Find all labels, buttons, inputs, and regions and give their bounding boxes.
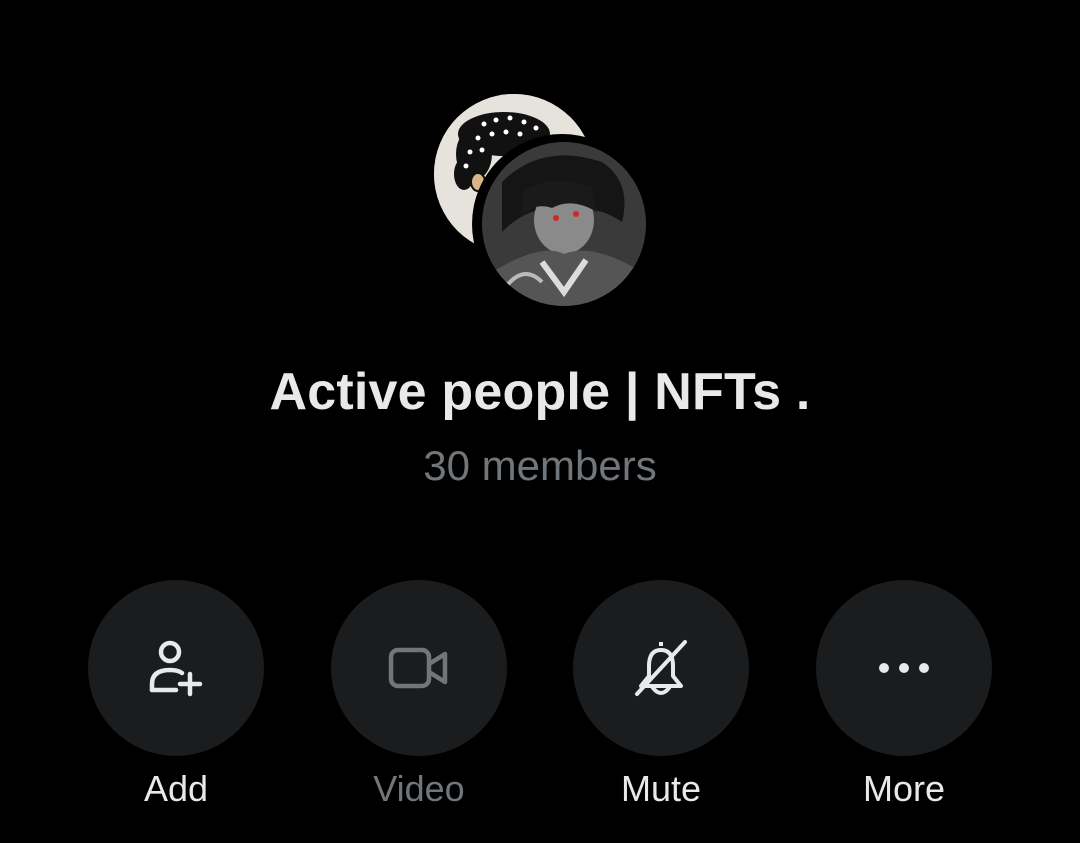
mute-label: Mute [620,768,702,809]
add-button[interactable] [88,580,264,756]
video-action[interactable]: Video [331,580,507,820]
video-button[interactable] [331,580,507,756]
member-avatar-2 [472,134,652,314]
group-name: Active people | NFTs . [269,363,811,421]
member-avatar-2-image [482,142,646,306]
more-dots-icon [879,663,929,673]
mute-button[interactable] [573,580,749,756]
more-button[interactable] [816,580,992,756]
group-member-count[interactable]: 30 members [0,442,1080,490]
add-person-icon [149,640,203,697]
mute-action[interactable]: Mute [573,580,749,820]
video-camera-icon [388,647,448,689]
bell-off-icon [635,640,687,696]
video-label: Video [373,768,465,809]
add-action[interactable]: Add [88,580,264,820]
add-label: Add [143,768,209,809]
more-label: More [862,768,946,809]
more-action[interactable]: More [816,580,992,820]
group-avatar-stack[interactable] [0,0,1080,320]
